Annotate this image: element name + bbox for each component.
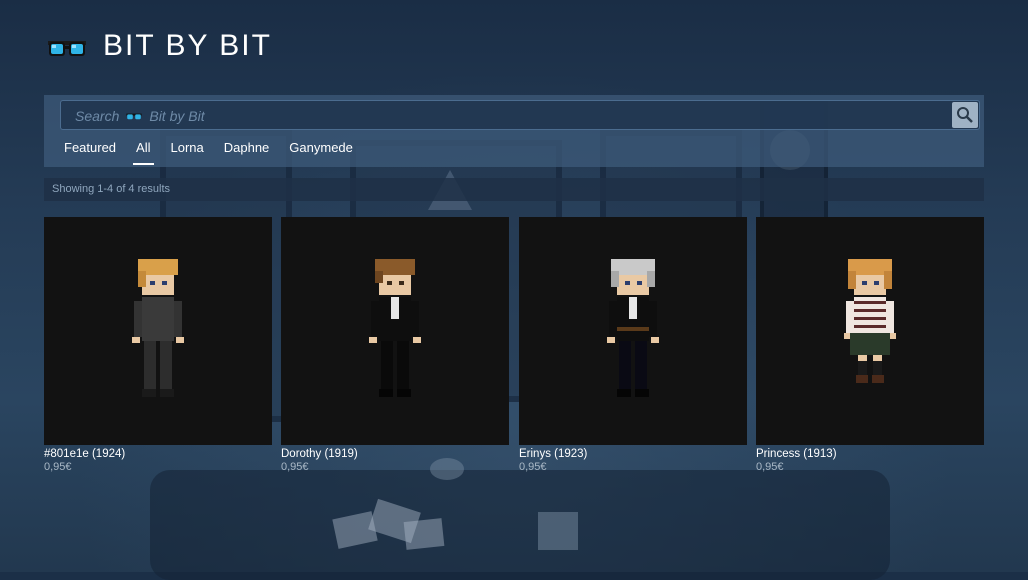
background-rug bbox=[150, 470, 890, 580]
page-header: BIT BY BIT bbox=[47, 28, 272, 64]
search-scope-text: Bit by Bit bbox=[149, 108, 205, 124]
pixel-glasses-icon bbox=[126, 113, 142, 120]
tab-ganymede[interactable]: Ganymede bbox=[279, 139, 363, 165]
character-sprite bbox=[369, 259, 421, 397]
item-card[interactable]: Princess (1913) 0,95€ bbox=[756, 217, 984, 473]
search-panel: Search Bit by Bit Featured All Lorna Dap… bbox=[44, 95, 984, 167]
background-paper bbox=[403, 518, 445, 550]
item-name[interactable]: Erinys (1923) bbox=[519, 448, 747, 460]
item-price: 0,95€ bbox=[756, 461, 784, 473]
item-card[interactable]: Dorothy (1919) 0,95€ bbox=[281, 217, 509, 473]
results-bar: Showing 1-4 of 4 results bbox=[44, 178, 984, 201]
character-sprite bbox=[844, 259, 896, 383]
search-input[interactable]: Search Bit by Bit bbox=[60, 100, 980, 130]
item-price: 0,95€ bbox=[44, 461, 72, 473]
item-name[interactable]: Dorothy (1919) bbox=[281, 448, 509, 460]
background-book bbox=[538, 512, 578, 550]
search-placeholder-text: Search bbox=[75, 108, 120, 124]
page-title: BIT BY BIT bbox=[103, 29, 272, 62]
item-thumbnail[interactable] bbox=[281, 217, 509, 445]
item-name[interactable]: Princess (1913) bbox=[756, 448, 984, 460]
item-price: 0,95€ bbox=[519, 461, 547, 473]
item-card[interactable]: Erinys (1923) 0,95€ bbox=[519, 217, 747, 473]
magnifier-icon bbox=[957, 107, 973, 123]
tab-all[interactable]: All bbox=[126, 139, 160, 165]
item-price: 0,95€ bbox=[281, 461, 309, 473]
character-sprite bbox=[607, 259, 659, 397]
results-count: Showing 1-4 of 4 results bbox=[52, 183, 171, 195]
item-name[interactable]: #801e1e (1924) bbox=[44, 448, 272, 460]
filter-tabs: Featured All Lorna Daphne Ganymede bbox=[54, 139, 363, 165]
tab-featured[interactable]: Featured bbox=[54, 139, 126, 165]
tab-lorna[interactable]: Lorna bbox=[161, 139, 214, 165]
item-thumbnail[interactable] bbox=[756, 217, 984, 445]
item-thumbnail[interactable] bbox=[519, 217, 747, 445]
search-button[interactable] bbox=[952, 102, 978, 128]
item-card[interactable]: #801e1e (1924) 0,95€ bbox=[44, 217, 272, 473]
character-sprite bbox=[132, 259, 184, 397]
tab-daphne[interactable]: Daphne bbox=[214, 139, 280, 165]
pixel-glasses-icon bbox=[48, 41, 86, 56]
item-thumbnail[interactable] bbox=[44, 217, 272, 445]
search-placeholder: Search Bit by Bit bbox=[75, 108, 205, 124]
